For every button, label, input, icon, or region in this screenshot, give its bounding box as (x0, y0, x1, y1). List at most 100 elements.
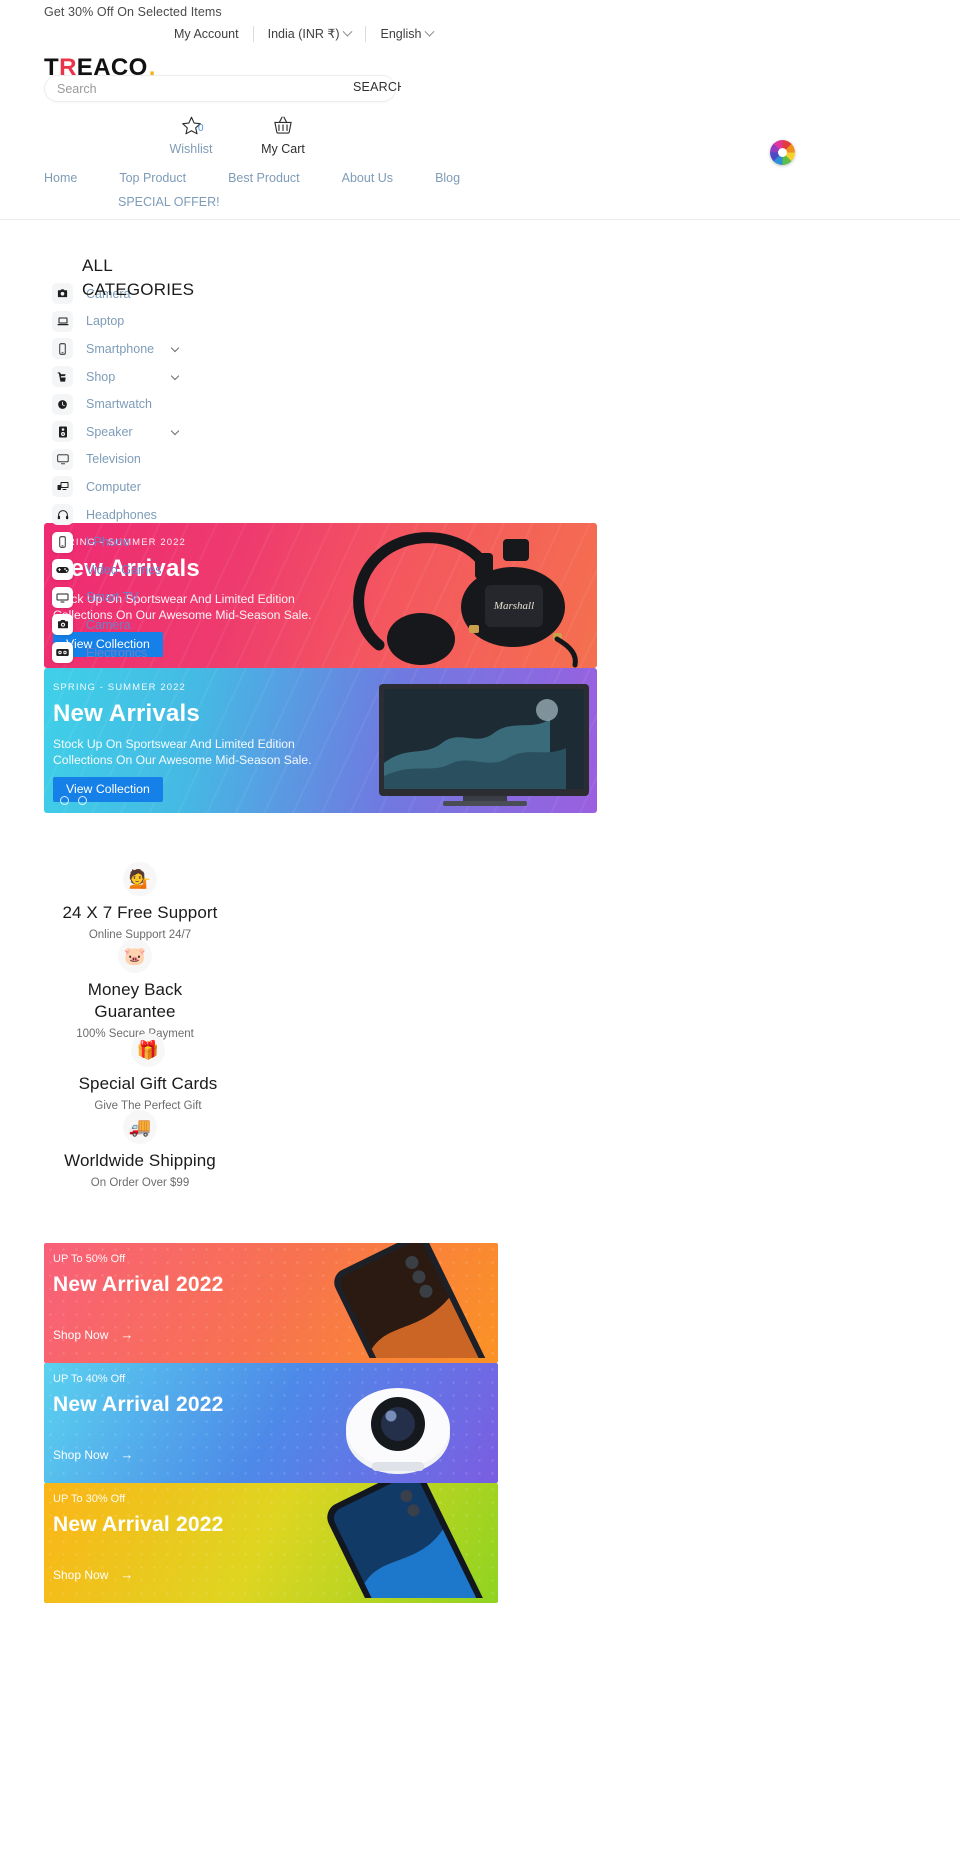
iphone-icon (52, 531, 73, 553)
feature-title: Special Gift Cards (78, 1074, 218, 1093)
category-label: Computer (86, 479, 141, 494)
category-item-speaker[interactable]: Speaker (52, 418, 232, 446)
theme-color-picker-icon[interactable] (770, 140, 795, 165)
search-bar: SEARCH (44, 75, 401, 102)
category-item-video-games[interactable]: Video Games (52, 556, 232, 584)
laptop-icon (52, 310, 73, 332)
nav-item-special-offer[interactable]: SPECIAL OFFER! (118, 195, 220, 209)
speaker-icon (52, 421, 73, 443)
shop-icon (52, 366, 73, 388)
category-label: Laptop (86, 314, 125, 329)
smartphone-image (288, 1243, 498, 1363)
category-item-laptop[interactable]: Laptop (52, 308, 232, 336)
electronics-icon (52, 642, 73, 664)
promo-shop-now-link[interactable]: Shop Now → (53, 1567, 133, 1582)
gamepad-icon (52, 559, 73, 581)
hero-slide-2-copy: SPRING - SUMMER 2022 New Arrivals Stock … (53, 682, 383, 802)
flat-screen-television-image (379, 684, 589, 806)
feature-money-back-guarantee: 🐷 Money Back Guarantee 100% Secure Payment (55, 939, 215, 1040)
promo-title: New Arrival 2022 (53, 1513, 224, 1536)
promo-title: New Arrival 2022 (53, 1273, 224, 1296)
camera-alt-icon (52, 614, 73, 636)
hero-dot-1[interactable] (60, 796, 69, 805)
feature-title: Money Back Guarantee (87, 980, 183, 1021)
category-item-camera[interactable]: Camera (52, 611, 232, 639)
smartphone-blue-image (288, 1483, 498, 1603)
wishlist-label: Wishlist (169, 142, 213, 156)
promo-kicker: UP To 30% Off (53, 1493, 126, 1505)
chevron-down-icon[interactable] (170, 426, 180, 436)
security-camera-image (298, 1363, 498, 1483)
search-button[interactable]: SEARCH (353, 80, 401, 94)
hero-slide-2[interactable]: SPRING - SUMMER 2022 New Arrivals Stock … (44, 668, 597, 813)
category-item-i-phone[interactable]: I-Phone (52, 528, 232, 556)
nav-item-about-us[interactable]: About Us (342, 171, 393, 185)
category-label: Smartphone (86, 341, 155, 356)
category-list: Camera Laptop Smartphone Shop Smartwatch Spea… (52, 280, 232, 666)
promo-kicker: UP To 40% Off (53, 1373, 126, 1385)
gift-box-icon: 🎁 (131, 1033, 165, 1067)
nav-item-blog[interactable]: Blog (435, 171, 460, 185)
promo-copy: UP To 40% Off New Arrival 2022 Shop Now → (53, 1373, 224, 1464)
promo-cta-label: Shop Now (53, 1327, 109, 1342)
category-item-television[interactable]: Television (52, 446, 232, 474)
arrow-right-icon: → (120, 1567, 134, 1582)
category-item-shop[interactable]: Shop (52, 363, 232, 391)
promo-card[interactable]: UP To 50% Off New Arrival 2022 Shop Now → (44, 1243, 498, 1363)
hero-dot-2[interactable] (78, 796, 87, 805)
promo-cta-label: Shop Now (53, 1567, 109, 1582)
category-label: Headphones (86, 507, 157, 522)
language-selector[interactable]: English (366, 24, 447, 44)
delivery-truck-icon: 🚚 (123, 1110, 157, 1144)
category-label: Video Games (86, 562, 162, 577)
top-announcement-bar: Get 30% Off On Selected Items My Account… (0, 0, 960, 48)
smart-tv-icon (52, 586, 73, 608)
feature-special-gift-cards: 🎁 Special Gift Cards Give The Perfect Gift (68, 1033, 228, 1112)
search-input[interactable] (57, 76, 297, 101)
category-item-electronics[interactable]: Electronics (52, 639, 232, 667)
cart-button[interactable]: My Cart (252, 112, 314, 156)
nav-special-offer-row: SPECIAL OFFER! (118, 193, 220, 211)
chevron-down-icon (343, 26, 353, 37)
all-categories-heading: ALL CATEGORIES (82, 256, 195, 299)
promo-title: New Arrival 2022 (53, 1393, 224, 1416)
promo-copy: UP To 50% Off New Arrival 2022 Shop Now → (53, 1253, 224, 1344)
chevron-down-icon[interactable] (170, 371, 180, 381)
promo-shop-now-link[interactable]: Shop Now → (53, 1447, 133, 1462)
category-item-computer[interactable]: Computer (52, 473, 232, 501)
promo-card[interactable]: UP To 40% Off New Arrival 2022 Shop Now → (44, 1363, 498, 1483)
star-icon (160, 112, 222, 138)
chevron-down-icon[interactable] (170, 343, 180, 353)
nav-item-home[interactable]: Home (44, 171, 77, 185)
cart-label: My Cart (261, 142, 305, 156)
category-item-smart-tv[interactable]: Smart TV (52, 584, 232, 612)
currency-label: India (INR ₹) (267, 27, 340, 41)
wishlist-button[interactable]: Wishlist (160, 112, 222, 156)
category-label: Shop (86, 369, 116, 384)
category-label: Television (86, 452, 141, 467)
hero-slider-dots (60, 796, 87, 805)
topbar-utility-links: My Account India (INR ₹) English (160, 24, 447, 44)
computer-icon (52, 476, 73, 498)
category-item-smartwatch[interactable]: Smartwatch (52, 390, 232, 418)
category-item-headphones[interactable]: Headphones (52, 501, 232, 529)
smartwatch-icon (52, 393, 73, 415)
promo-card[interactable]: UP To 30% Off New Arrival 2022 Shop Now → (44, 1483, 498, 1603)
category-label: I-Phone (86, 535, 130, 550)
my-account-link[interactable]: My Account (160, 24, 253, 44)
hero-title: New Arrivals (53, 700, 200, 727)
camera-icon (52, 283, 73, 305)
promo-card-list: UP To 50% Off New Arrival 2022 Shop Now → UP… (44, 1243, 498, 1603)
category-item-smartphone[interactable]: Smartphone (52, 335, 232, 363)
main-navigation: Home Top Product Best Product About Us Blog … (0, 168, 960, 220)
category-label: Smartwatch (86, 397, 152, 412)
feature-24-x-7-free-support: 💁 24 X 7 Free Support Online Support 24/7 (60, 862, 220, 941)
header-utility-actions: Wishlist My Cart (160, 112, 314, 156)
nav-item-top-product[interactable]: Top Product (119, 171, 186, 185)
category-label: Camera (86, 617, 131, 632)
feature-title: 24 X 7 Free Support (62, 903, 218, 922)
piggy-bank-icon: 🐷 (118, 939, 152, 973)
nav-item-best-product[interactable]: Best Product (228, 171, 300, 185)
currency-selector[interactable]: India (INR ₹) (254, 24, 366, 44)
promo-shop-now-link[interactable]: Shop Now → (53, 1327, 133, 1342)
